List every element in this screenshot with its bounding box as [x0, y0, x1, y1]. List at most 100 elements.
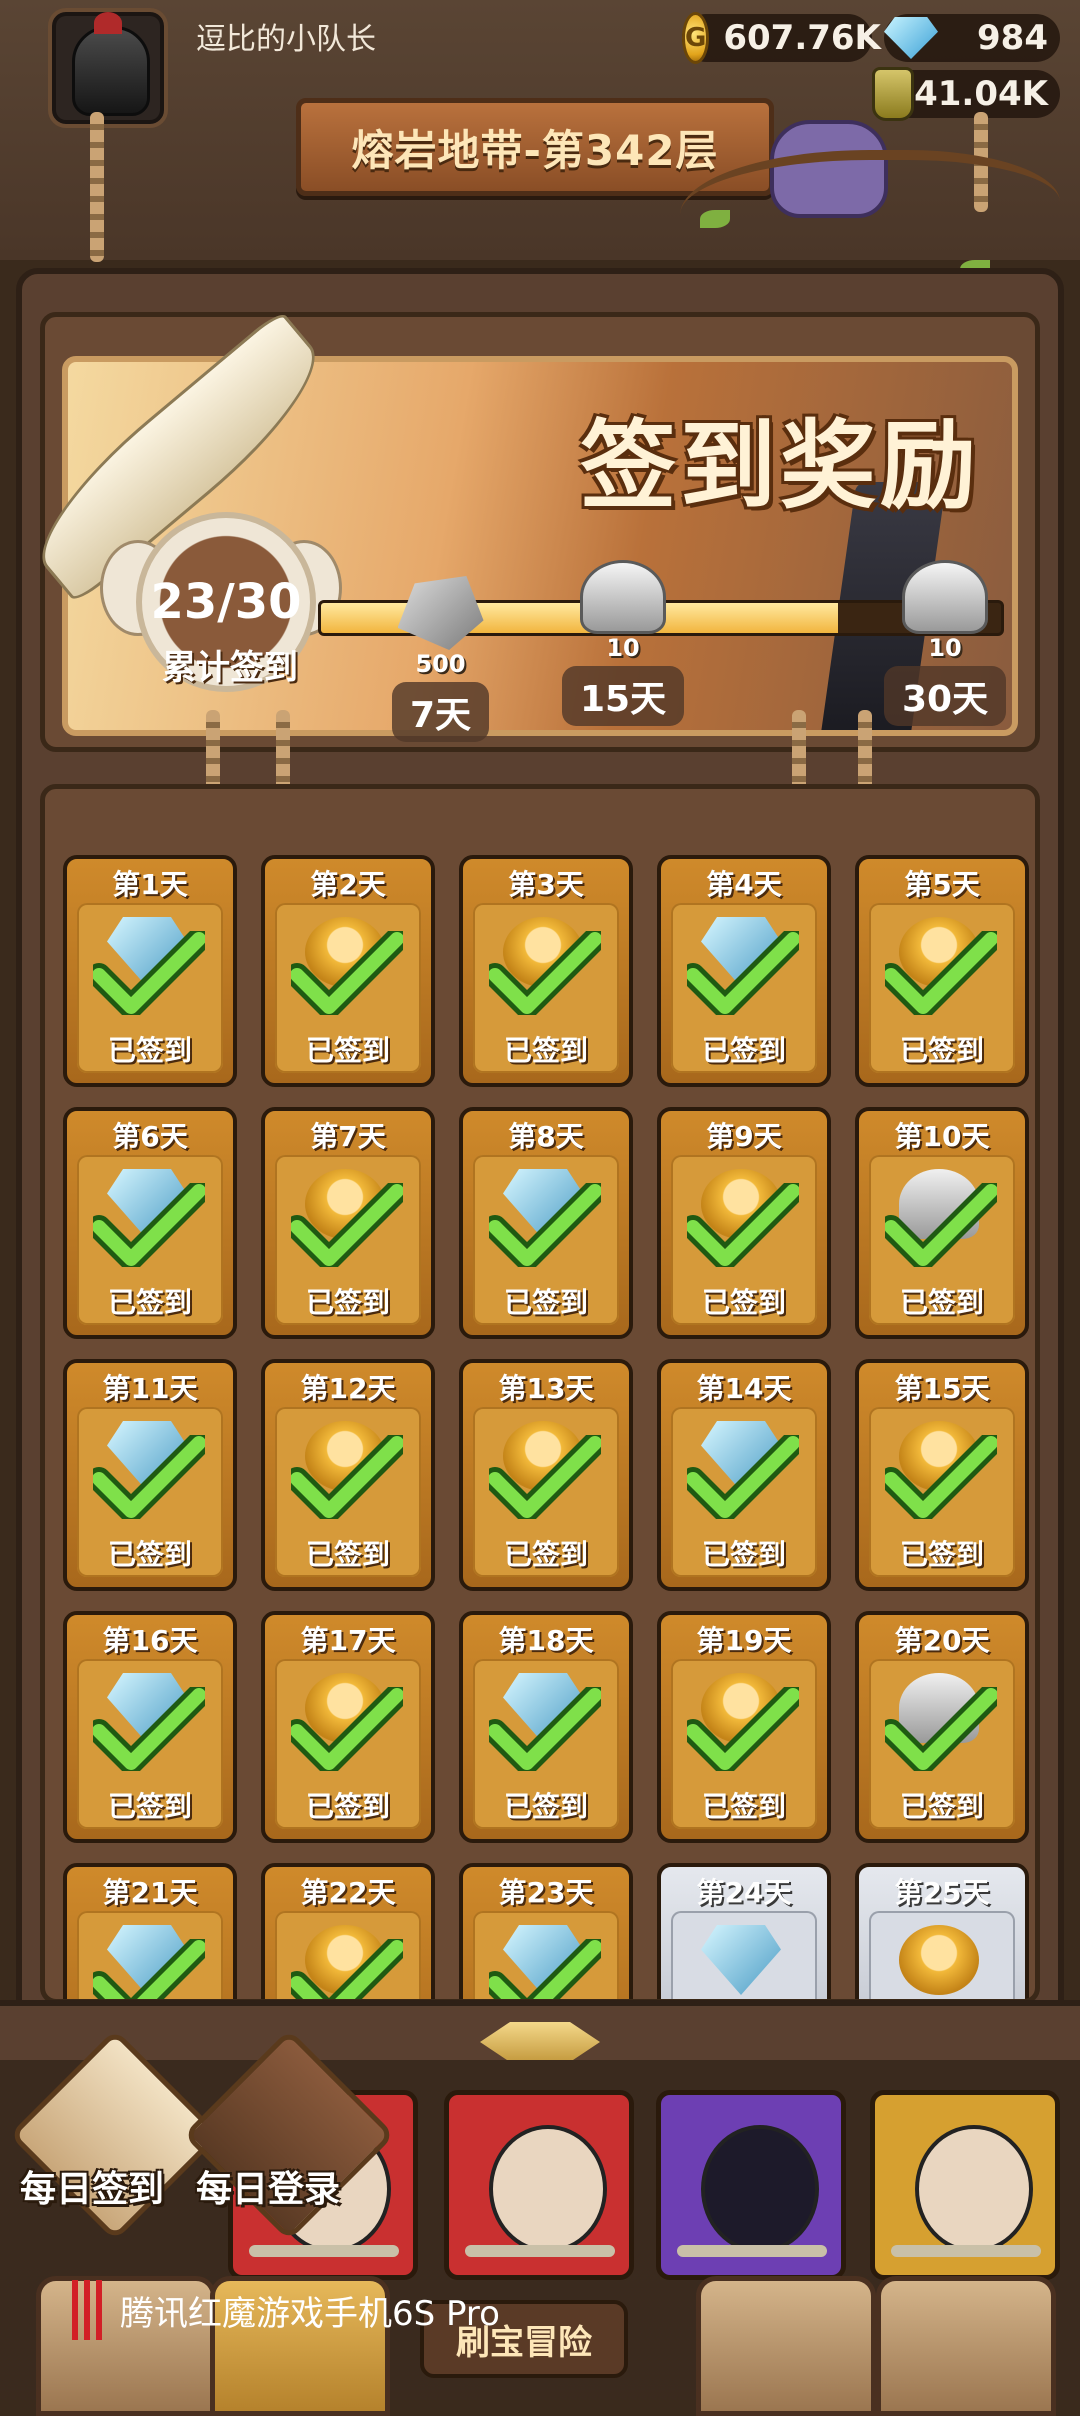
day-card-8[interactable]: 第8天 已签到 [459, 1107, 633, 1339]
checked-status: 已签到 [701, 1538, 786, 1571]
day-card-1[interactable]: 第1天 已签到 [63, 855, 237, 1087]
checkmark-icon [483, 1683, 607, 1775]
helmet-icon [72, 26, 150, 116]
checkmark-icon [483, 1935, 607, 1999]
day-card-15[interactable]: 第15天 已签到 [855, 1359, 1029, 1591]
hero-portrait-icon [489, 2125, 607, 2253]
day-label: 第8天 [508, 1120, 584, 1153]
checked-status: 已签到 [701, 1790, 786, 1823]
day-label: 第5天 [904, 868, 980, 901]
day-card-13[interactable]: 第13天 已签到 [459, 1359, 633, 1591]
checkmark-icon [681, 927, 805, 1019]
gold-coin-icon: G [682, 12, 710, 64]
player-avatar[interactable] [48, 8, 168, 128]
day-card-3[interactable]: 第3天 已签到 [459, 855, 633, 1087]
day-card-6[interactable]: 第6天 已签到 [63, 1107, 237, 1339]
hero-hp-bar [249, 2245, 399, 2257]
milestone-15[interactable]: 10 15天 [562, 560, 685, 726]
day-card-22[interactable]: 第22天已签到 [261, 1863, 435, 1999]
hero-reward-icon [899, 1925, 979, 1995]
checkmark-icon [285, 927, 409, 1019]
day-card-24[interactable]: 第24天 [657, 1863, 831, 1999]
day-label: 第11天 [102, 1372, 198, 1405]
day-label: 第6天 [112, 1120, 188, 1153]
gem-icon [884, 17, 938, 59]
checkmark-icon [681, 1683, 805, 1775]
day-label: 第3天 [508, 868, 584, 901]
checkin-count-label: 累计签到 [162, 648, 298, 688]
player-name: 逗比的小队长 [196, 22, 376, 57]
day-label: 第10天 [894, 1120, 990, 1153]
hero-hp-bar [677, 2245, 827, 2257]
day-card-12[interactable]: 第12天 已签到 [261, 1359, 435, 1591]
milestone-value: 500 [415, 650, 466, 678]
gem-value: 984 [977, 18, 1048, 58]
checkmark-icon [879, 927, 1003, 1019]
hero-slot[interactable] [444, 2090, 634, 2280]
day-card-7[interactable]: 第7天 已签到 [261, 1107, 435, 1339]
floor-banner[interactable]: 熔岩地带-第342层 [296, 98, 774, 196]
checked-status: 已签到 [701, 1286, 786, 1319]
checked-status: 已签到 [899, 1286, 984, 1319]
leaf-icon [700, 210, 730, 228]
checked-status: 已签到 [503, 1790, 588, 1823]
day-card-5[interactable]: 第5天 已签到 [855, 855, 1029, 1087]
hero-slot[interactable] [656, 2090, 846, 2280]
day-label: 第14天 [696, 1372, 792, 1405]
hero-hp-bar [891, 2245, 1041, 2257]
potion-jar-icon [872, 67, 915, 121]
checkmark-icon [483, 927, 607, 1019]
day-label: 第23天 [498, 1876, 594, 1909]
nav-forge-button[interactable] [876, 2276, 1056, 2416]
day-card-4[interactable]: 第4天 已签到 [657, 855, 831, 1087]
day-card-25[interactable]: 第25天 [855, 1863, 1029, 1999]
day-grid-frame: 第1天 已签到 第2天 已签到 第3天 已签到 第4天 已签到 第5天 已签到 第6天 已签到 第7天已… [40, 784, 1040, 2004]
gold-counter[interactable]: G 607.76K [682, 12, 881, 64]
nav-bag-button[interactable] [696, 2276, 876, 2416]
day-card-18[interactable]: 第18天已签到 [459, 1611, 633, 1843]
day-card-14[interactable]: 第14天已签到 [657, 1359, 831, 1591]
day-label: 第19天 [696, 1624, 792, 1657]
milestone-30[interactable]: 10 30天 [884, 560, 1007, 726]
day-label: 第4天 [706, 868, 782, 901]
day-label: 第20天 [894, 1624, 990, 1657]
vine-decoration [680, 150, 1060, 280]
rope-left [90, 112, 104, 262]
stone-icon [397, 576, 484, 650]
checkmark-icon [87, 1179, 211, 1271]
milestone-day: 15天 [562, 666, 685, 726]
hero-slot[interactable] [870, 2090, 1060, 2280]
checked-status: 已签到 [305, 1286, 390, 1319]
watermark-text: 腾讯红魔游戏手机6S Pro [120, 2293, 500, 2334]
checkmark-icon [285, 1683, 409, 1775]
hero-portrait-icon [701, 2125, 819, 2253]
day-card-10[interactable]: 第10天已签到 [855, 1107, 1029, 1339]
milestone-7[interactable]: 500 7天 [392, 576, 490, 742]
day-label: 第16天 [102, 1624, 198, 1657]
checkmark-icon [87, 1683, 211, 1775]
checkmark-icon [285, 1179, 409, 1271]
daily-login-label[interactable]: 每日登录 [196, 2160, 340, 2212]
milestone-day: 7天 [392, 682, 490, 742]
daily-checkin-label[interactable]: 每日签到 [20, 2160, 164, 2212]
potion-counter[interactable]: 41.04K [872, 67, 1060, 121]
checked-status: 已签到 [107, 1034, 192, 1067]
day-card-21[interactable]: 第21天已签到 [63, 1863, 237, 1999]
day-card-23[interactable]: 第23天已签到 [459, 1863, 633, 1999]
day-label: 第18天 [498, 1624, 594, 1657]
day-card-16[interactable]: 第16天已签到 [63, 1611, 237, 1843]
checked-status: 已签到 [305, 1034, 390, 1067]
gem-counter[interactable]: 984 [884, 14, 1060, 62]
checked-status: 已签到 [107, 1790, 192, 1823]
day-card-17[interactable]: 第17天 已签到 [261, 1611, 435, 1843]
checkin-title: 签到奖励 [580, 410, 980, 522]
day-card-19[interactable]: 第19天已签到 [657, 1611, 831, 1843]
checkmark-icon [879, 1179, 1003, 1271]
day-card-20[interactable]: 第20天 已签到 [855, 1611, 1029, 1843]
checked-status: 已签到 [305, 1790, 390, 1823]
day-grid: 第1天 已签到 第2天 已签到 第3天 已签到 第4天 已签到 第5天 已签到 第6天 已签到 第7天已… [63, 855, 1029, 1999]
day-card-9[interactable]: 第9天 已签到 [657, 1107, 831, 1339]
day-card-11[interactable]: 第11天 已签到 [63, 1359, 237, 1591]
day-card-2[interactable]: 第2天 已签到 [261, 855, 435, 1087]
day-label: 第22天 [300, 1876, 396, 1909]
